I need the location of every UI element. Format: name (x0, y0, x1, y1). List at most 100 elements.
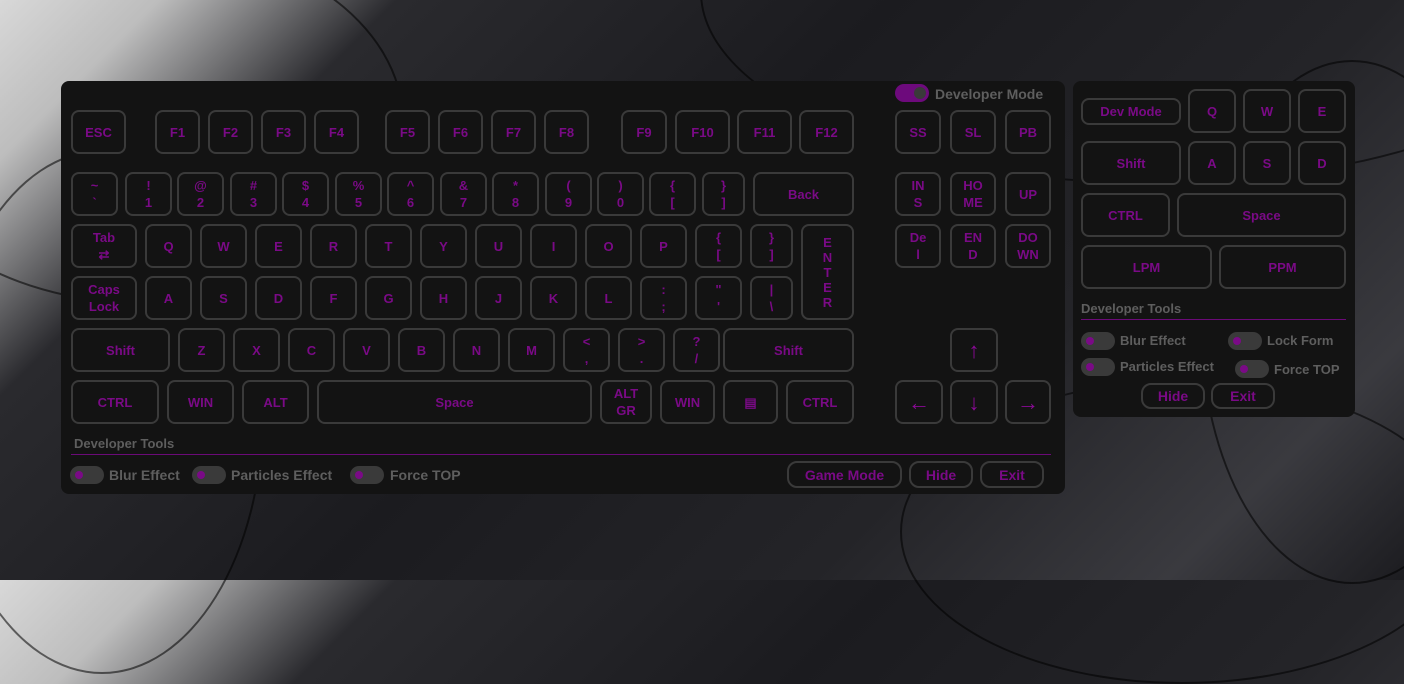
side-key-a[interactable]: A (1188, 141, 1236, 185)
key-insert[interactable]: IN S (895, 172, 941, 216)
key-right-win[interactable]: WIN (660, 380, 715, 424)
key-left-alt[interactable]: ALT (242, 380, 309, 424)
key-u[interactable]: U (475, 224, 522, 268)
side-key-e[interactable]: E (1298, 89, 1346, 133)
side-lock-form-toggle[interactable] (1228, 332, 1262, 350)
side-key-dev-mode[interactable]: Dev Mode (1081, 98, 1181, 125)
key-backspace[interactable]: Back (753, 172, 854, 216)
arrow-left-icon[interactable]: ← (895, 380, 943, 424)
key-s[interactable]: S (200, 276, 247, 320)
key-caps-lock[interactable]: Caps Lock (71, 276, 137, 320)
key-enter[interactable]: E N T E R (801, 224, 854, 320)
key-z[interactable]: Z (178, 328, 225, 372)
side-key-space[interactable]: Space (1177, 193, 1346, 237)
key-e[interactable]: E (255, 224, 302, 268)
key-f3[interactable]: F3 (261, 110, 306, 154)
particles-effect-toggle[interactable] (192, 466, 226, 484)
key-period[interactable]: > . (618, 328, 665, 372)
key-left-bracket[interactable]: { [ (695, 224, 742, 268)
key-p[interactable]: P (640, 224, 687, 268)
key-alt-gr[interactable]: ALT GR (600, 380, 652, 424)
key-4[interactable]: $ 4 (282, 172, 329, 216)
key-x[interactable]: X (233, 328, 280, 372)
key-9[interactable]: ( 9 (545, 172, 592, 216)
side-key-d[interactable]: D (1298, 141, 1346, 185)
key-i[interactable]: I (530, 224, 577, 268)
key-scroll-lock[interactable]: SL (950, 110, 996, 154)
key-2[interactable]: @ 2 (177, 172, 224, 216)
key-right-ctrl[interactable]: CTRL (786, 380, 854, 424)
key-f2[interactable]: F2 (208, 110, 253, 154)
side-key-ctrl[interactable]: CTRL (1081, 193, 1170, 237)
side-particles-effect-toggle[interactable] (1081, 358, 1115, 376)
key-b[interactable]: B (398, 328, 445, 372)
key-c[interactable]: C (288, 328, 335, 372)
key-y[interactable]: Y (420, 224, 467, 268)
side-key-right-mouse[interactable]: PPM (1219, 245, 1346, 289)
key-f12[interactable]: F12 (799, 110, 854, 154)
key-a[interactable]: A (145, 276, 192, 320)
key-f11[interactable]: F11 (737, 110, 792, 154)
key-d[interactable]: D (255, 276, 302, 320)
key-page-up[interactable]: UP (1005, 172, 1051, 216)
key-pause-break[interactable]: PB (1005, 110, 1051, 154)
key-left-shift[interactable]: Shift (71, 328, 170, 372)
key-h[interactable]: H (420, 276, 467, 320)
key-q[interactable]: Q (145, 224, 192, 268)
key-left-ctrl[interactable]: CTRL (71, 380, 159, 424)
developer-mode-toggle[interactable] (895, 84, 929, 102)
key-tilde[interactable]: ~ ` (71, 172, 118, 216)
key-right-shift[interactable]: Shift (723, 328, 854, 372)
key-backslash[interactable]: | \ (750, 276, 793, 320)
key-1[interactable]: ! 1 (125, 172, 172, 216)
key-r[interactable]: R (310, 224, 357, 268)
key-o[interactable]: O (585, 224, 632, 268)
side-key-left-mouse[interactable]: LPM (1081, 245, 1212, 289)
key-f4[interactable]: F4 (314, 110, 359, 154)
key-7[interactable]: & 7 (440, 172, 487, 216)
key-n[interactable]: N (453, 328, 500, 372)
key-f6[interactable]: F6 (438, 110, 483, 154)
key-v[interactable]: V (343, 328, 390, 372)
side-blur-effect-toggle[interactable] (1081, 332, 1115, 350)
side-key-q[interactable]: Q (1188, 89, 1236, 133)
key-f8[interactable]: F8 (544, 110, 589, 154)
key-slash[interactable]: ? / (673, 328, 720, 372)
key-l[interactable]: L (585, 276, 632, 320)
key-0[interactable]: ) 0 (597, 172, 644, 216)
key-f10[interactable]: F10 (675, 110, 730, 154)
key-esc[interactable]: ESC (71, 110, 126, 154)
key-end[interactable]: EN D (950, 224, 996, 268)
key-f7[interactable]: F7 (491, 110, 536, 154)
key-f1[interactable]: F1 (155, 110, 200, 154)
key-3[interactable]: # 3 (230, 172, 277, 216)
key-quote[interactable]: " ' (695, 276, 742, 320)
side-force-top-toggle[interactable] (1235, 360, 1269, 378)
key-w[interactable]: W (200, 224, 247, 268)
key-f[interactable]: F (310, 276, 357, 320)
arrow-right-icon[interactable]: → (1005, 380, 1051, 424)
key-8[interactable]: * 8 (492, 172, 539, 216)
hide-button[interactable]: Hide (909, 461, 973, 488)
arrow-up-icon[interactable]: ↑ (950, 328, 998, 372)
side-key-w[interactable]: W (1243, 89, 1291, 133)
key-t[interactable]: T (365, 224, 412, 268)
key-tab[interactable]: Tab ⇄ (71, 224, 137, 268)
key-f5[interactable]: F5 (385, 110, 430, 154)
key-f9[interactable]: F9 (621, 110, 667, 154)
arrow-down-icon[interactable]: ↓ (950, 380, 998, 424)
key-page-down[interactable]: DO WN (1005, 224, 1051, 268)
key-k[interactable]: K (530, 276, 577, 320)
key-g[interactable]: G (365, 276, 412, 320)
key-left-win[interactable]: WIN (167, 380, 234, 424)
key-open-brace[interactable]: { [ (649, 172, 696, 216)
force-top-toggle[interactable] (350, 466, 384, 484)
menu-icon[interactable]: ▤ (723, 380, 778, 424)
side-key-s[interactable]: S (1243, 141, 1291, 185)
key-delete[interactable]: De l (895, 224, 941, 268)
side-hide-button[interactable]: Hide (1141, 383, 1205, 409)
key-semicolon[interactable]: : ; (640, 276, 687, 320)
blur-effect-toggle[interactable] (70, 466, 104, 484)
key-6[interactable]: ^ 6 (387, 172, 434, 216)
game-mode-button[interactable]: Game Mode (787, 461, 902, 488)
